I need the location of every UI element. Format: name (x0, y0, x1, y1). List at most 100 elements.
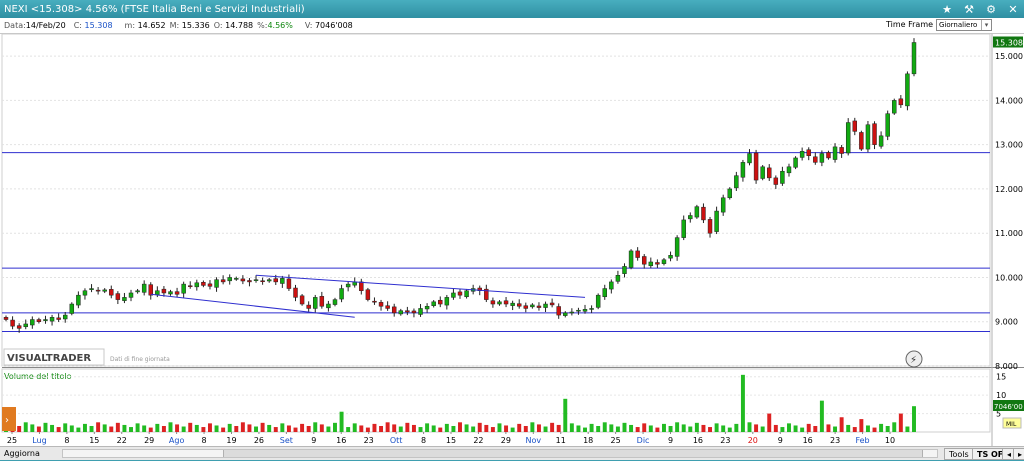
candle-body (148, 284, 153, 296)
volume-bar (681, 424, 686, 432)
candle-body (885, 113, 890, 137)
candle-body (95, 289, 101, 292)
candle-body (549, 302, 555, 306)
close-icon[interactable]: ✕ (1002, 0, 1024, 18)
candle-body (280, 278, 285, 284)
volume-bar (655, 427, 660, 432)
pct-label: %: (257, 21, 268, 30)
x-axis-label: 8 (202, 436, 207, 445)
candle-body (760, 166, 765, 179)
volume-bar (464, 424, 469, 432)
last-price-tag-text: 15.308 (995, 38, 1023, 47)
candle-body (109, 289, 114, 296)
candle-body (892, 100, 897, 114)
candle-body (247, 280, 252, 283)
candle-body (391, 306, 397, 314)
candle-body (530, 304, 535, 308)
volume-bar (879, 423, 884, 432)
ohlc-info-bar: Data:14/Feb/20 C: 15.308 m: 14.652 M: 15… (0, 18, 1024, 34)
candle-body (503, 300, 509, 305)
candle-body (3, 317, 9, 320)
candle-body (701, 206, 706, 221)
time-scrollbar[interactable] (62, 449, 938, 458)
candle-body (326, 303, 331, 309)
volume-bar (800, 427, 805, 432)
candle-body (615, 275, 621, 282)
candle-body (602, 288, 607, 298)
volume-bar (135, 423, 140, 432)
star-icon[interactable]: ★ (936, 0, 958, 18)
candle-body (260, 280, 265, 282)
volume-bar (754, 424, 759, 432)
volume-bar (247, 424, 252, 432)
candle-body (306, 304, 311, 309)
candle-body (220, 279, 226, 283)
volume-bar (411, 424, 416, 432)
candle-body (43, 319, 48, 321)
scroll-right-button[interactable]: ▸ (1013, 448, 1024, 460)
volume-bar (96, 422, 101, 432)
x-axis-label: 10 (885, 436, 895, 445)
gear-icon[interactable]: ⚙ (980, 0, 1002, 18)
candle-body (23, 323, 28, 328)
volume-bar (102, 424, 107, 432)
volume-bar (530, 422, 535, 432)
candle-body (234, 278, 239, 280)
volume-bar (214, 425, 219, 432)
volume-bar (780, 427, 785, 432)
volume-bar (635, 427, 640, 432)
x-axis-label: 16 (803, 436, 813, 445)
volume-bar (839, 417, 844, 432)
candle-body (806, 149, 811, 156)
candle-body (734, 175, 739, 189)
candle-body (905, 73, 910, 107)
x-axis-label: 9 (778, 436, 783, 445)
candle-body (859, 132, 864, 150)
candle-body (181, 283, 186, 294)
x-axis-label: 25 (7, 436, 17, 445)
candle-body (510, 302, 515, 306)
x-axis-label: 9 (668, 436, 673, 445)
volume-bar (148, 427, 153, 432)
candle-body (405, 310, 410, 313)
volume-bar (517, 423, 522, 432)
volume-bar (319, 424, 324, 432)
chevron-right-icon: › (5, 415, 9, 426)
x-axis-label: 29 (144, 436, 154, 445)
volume-bar (17, 425, 22, 432)
candle-body (194, 282, 200, 288)
tools-button[interactable]: Tools (944, 448, 974, 460)
refresh-label[interactable]: Aggiorna (0, 449, 60, 458)
chevron-down-icon[interactable]: ▾ (981, 20, 991, 30)
volume-bar (569, 423, 574, 432)
chart-area[interactable]: 15.000 14.000 13.000 12.000 11.000 10.000 9.00… (0, 33, 1024, 446)
volume-bar (668, 425, 673, 432)
candle-body (411, 310, 417, 314)
x-axis-label: 9 (311, 436, 316, 445)
volume-bar (254, 426, 259, 432)
volume-bar (56, 427, 61, 432)
price-chart[interactable]: 15.000 14.000 13.000 12.000 11.000 10.000 9.00… (0, 33, 1024, 446)
x-axis-label: 8 (64, 436, 69, 445)
candle-body (161, 288, 167, 294)
candle-body (16, 325, 22, 329)
volume-bar (372, 423, 377, 432)
scrollbar-thumb[interactable] (223, 450, 923, 457)
volume-bar (260, 422, 265, 432)
price-axis-tick: 11.000 (995, 229, 1023, 238)
candle-body (780, 170, 785, 184)
volume-bar (385, 422, 390, 432)
volume-bar (398, 426, 403, 432)
pin-icon[interactable]: ⚒ (958, 0, 980, 18)
candle-body (457, 291, 463, 296)
volume-bar (227, 423, 232, 432)
candle-body (438, 299, 443, 305)
candle-body (589, 308, 594, 310)
volume-axis-tick: 15 (996, 373, 1006, 382)
candle-body (332, 299, 338, 305)
volume-bar (458, 422, 462, 432)
candle-body (365, 289, 371, 300)
volume-unit: MIL (1006, 421, 1017, 428)
volume-bar (536, 424, 541, 432)
candle-body (497, 301, 502, 305)
